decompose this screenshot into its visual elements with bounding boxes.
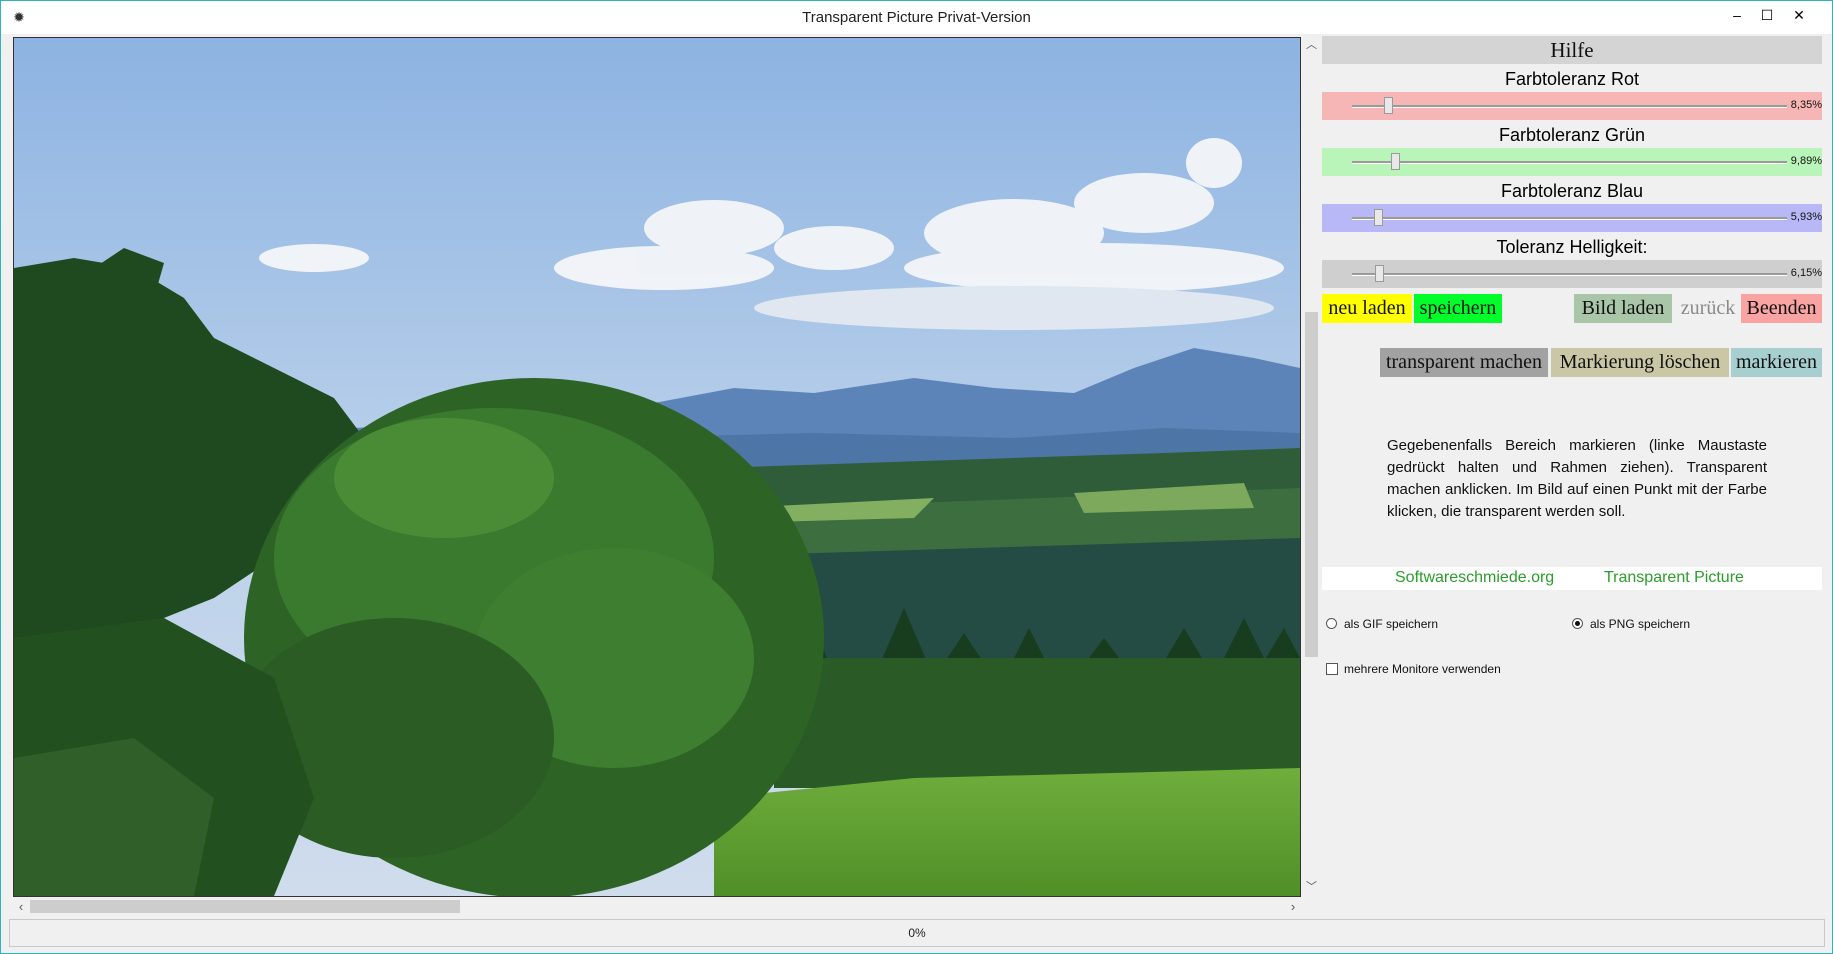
help-text: Gegebenenfalls Bereich markieren (linke … xyxy=(1387,437,1767,520)
horizontal-scroll-thumb[interactable] xyxy=(30,900,460,913)
slider-knob[interactable] xyxy=(1384,97,1394,114)
multi-monitor-label: mehrere Monitore verwenden xyxy=(1344,662,1501,676)
slider-label-green: Farbtoleranz Grün xyxy=(1498,125,1646,145)
radio-selected-dot xyxy=(1575,621,1580,626)
slider-knob[interactable] xyxy=(1391,153,1401,170)
red-tolerance-slider[interactable]: 8,35% xyxy=(1322,92,1822,120)
save-button[interactable]: speichern xyxy=(1414,294,1502,323)
green-tolerance-slider[interactable]: 9,89% xyxy=(1322,148,1822,176)
gif-option-label: als GIF speichern xyxy=(1344,617,1439,631)
horizontal-scrollbar[interactable]: ‹ › xyxy=(13,898,1303,915)
png-radio[interactable] xyxy=(1572,618,1583,629)
slider-value: 8,35% xyxy=(1790,99,1822,111)
slider-track xyxy=(1352,273,1787,276)
title-bar: ✹ Transparent Picture Privat-Version – ☐… xyxy=(1,1,1832,34)
slider-track xyxy=(1352,217,1787,220)
slider-track xyxy=(1352,105,1787,108)
chevron-up-icon[interactable]: ︿ xyxy=(1303,37,1320,53)
app-window: ✹ Transparent Picture Privat-Version – ☐… xyxy=(0,0,1833,954)
slider-value: 9,89% xyxy=(1790,155,1822,167)
slider-knob[interactable] xyxy=(1373,209,1383,226)
slider-label-brightness: Toleranz Helligkeit: xyxy=(1496,237,1648,257)
slider-track xyxy=(1352,161,1787,164)
status-bar: 0% xyxy=(9,919,1825,947)
control-panel: Hilfe Farbtoleranz Rot 8,35% Farbtoleran… xyxy=(1321,35,1823,915)
landscape-image[interactable] xyxy=(14,38,1300,896)
window-title: Transparent Picture Privat-Version xyxy=(802,9,1031,26)
slider-knob[interactable] xyxy=(1374,265,1384,282)
exit-button[interactable]: Beenden xyxy=(1741,294,1822,323)
help-button[interactable]: Hilfe xyxy=(1322,36,1822,64)
clear-selection-button[interactable]: Markierung löschen xyxy=(1551,348,1729,377)
reload-button[interactable]: neu laden xyxy=(1322,294,1412,323)
png-option-label: als PNG speichern xyxy=(1590,617,1691,631)
progress-text: 0% xyxy=(908,926,926,940)
minimize-button[interactable]: – xyxy=(1722,3,1752,29)
slider-label-blue: Farbtoleranz Blau xyxy=(1500,181,1644,201)
image-viewport[interactable] xyxy=(13,37,1301,897)
maximize-button[interactable]: ☐ xyxy=(1752,3,1782,29)
close-button[interactable]: ✕ xyxy=(1784,3,1814,29)
gif-radio[interactable] xyxy=(1326,618,1337,629)
chevron-left-icon[interactable]: ‹ xyxy=(13,898,29,915)
product-link[interactable]: Transparent Picture xyxy=(1604,569,1744,587)
blue-tolerance-slider[interactable]: 5,93% xyxy=(1322,204,1822,232)
slider-label-red: Farbtoleranz Rot xyxy=(1504,69,1640,89)
vertical-scroll-thumb[interactable] xyxy=(1305,312,1318,657)
chevron-down-icon[interactable]: ﹀ xyxy=(1303,879,1320,895)
vertical-scrollbar[interactable]: ︿ ﹀ xyxy=(1303,37,1320,897)
load-image-button[interactable]: Bild laden xyxy=(1574,294,1672,323)
undo-button[interactable]: zurück xyxy=(1674,294,1742,323)
slider-value: 6,15% xyxy=(1790,267,1822,279)
chevron-right-icon[interactable]: › xyxy=(1285,898,1301,915)
make-transparent-button[interactable]: transparent machen xyxy=(1380,348,1548,377)
link-bar: Softwareschmiede.org Transparent Picture xyxy=(1322,567,1822,590)
slider-value: 5,93% xyxy=(1790,211,1822,223)
multi-monitor-checkbox[interactable] xyxy=(1326,663,1338,675)
select-button[interactable]: markieren xyxy=(1731,348,1822,377)
brightness-tolerance-slider[interactable]: 6,15% xyxy=(1322,260,1822,288)
site-link[interactable]: Softwareschmiede.org xyxy=(1395,569,1554,587)
